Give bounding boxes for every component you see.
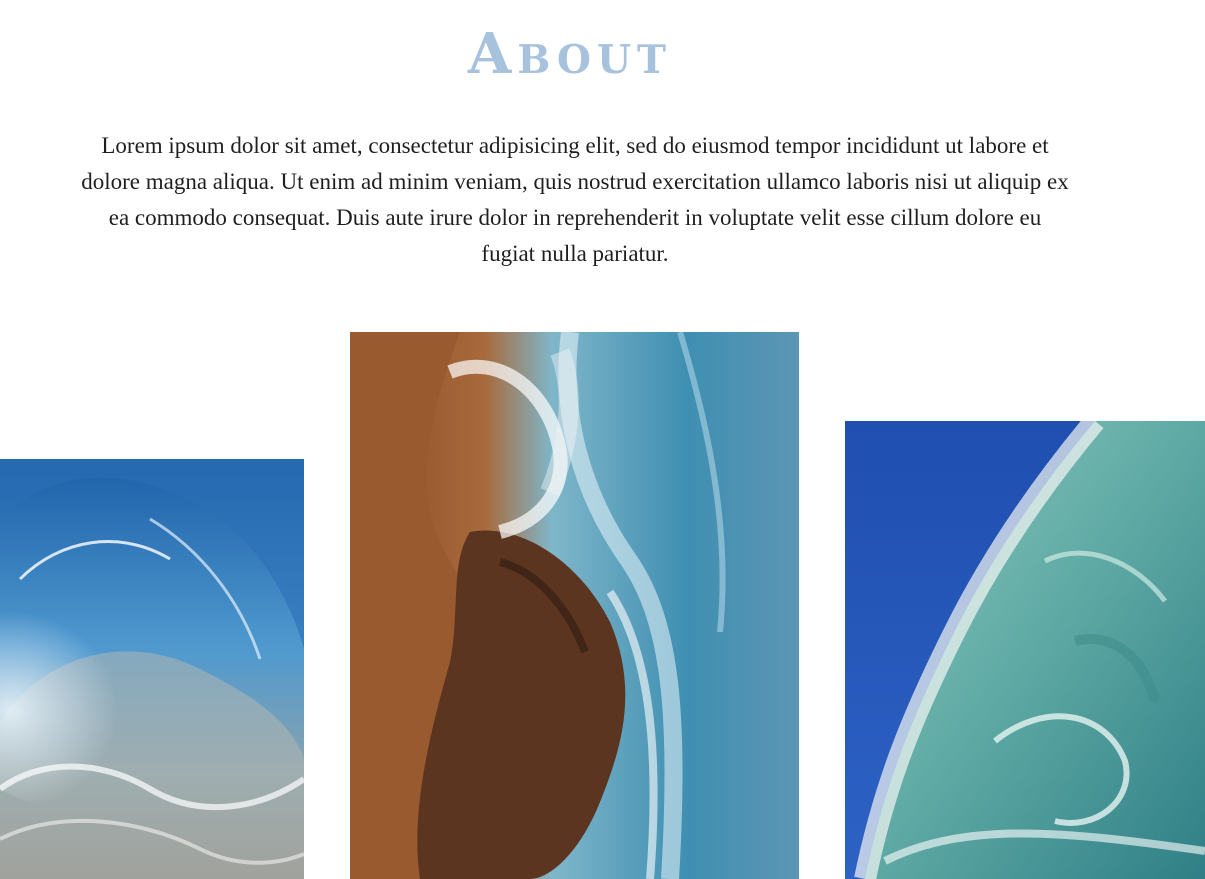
wave-painting-right[interactable] bbox=[845, 421, 1205, 879]
wave-painting-right-image bbox=[845, 421, 1205, 879]
wave-painting-center[interactable] bbox=[350, 332, 799, 879]
about-title: About bbox=[467, 21, 673, 87]
wave-painting-center-image bbox=[350, 332, 799, 879]
wave-painting-left-image bbox=[0, 459, 304, 879]
wave-painting-left[interactable] bbox=[0, 459, 304, 879]
about-description: Lorem ipsum dolor sit amet, consectetur … bbox=[81, 133, 1069, 266]
